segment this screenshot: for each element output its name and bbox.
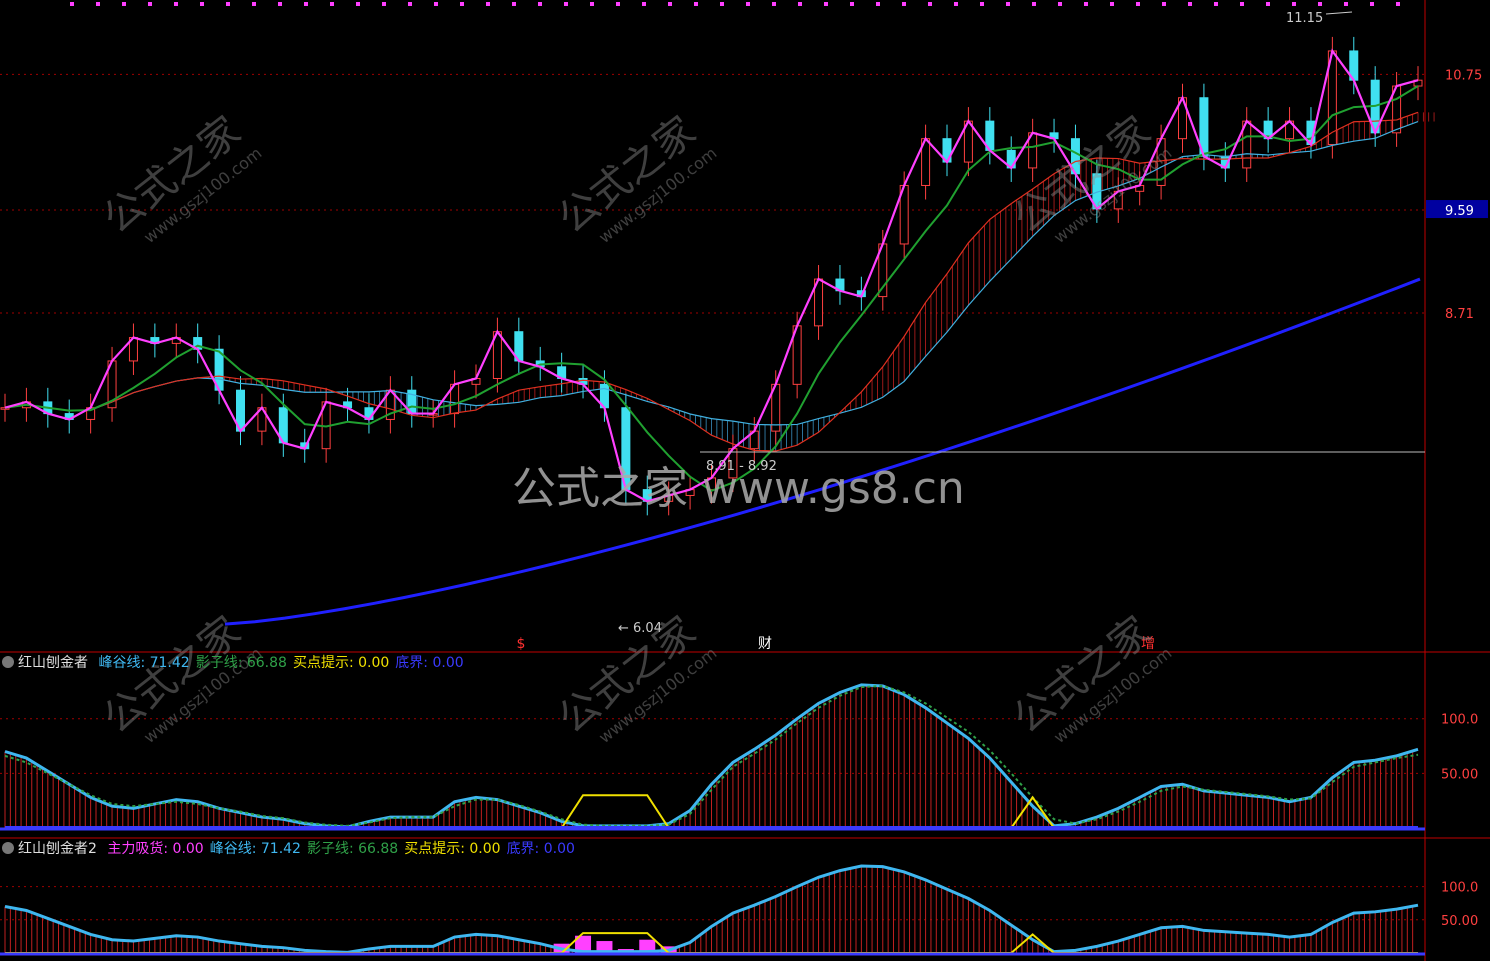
indicator1-legend-item: 峰谷线: 71.42	[98, 655, 190, 671]
indicator-tick-label: 100.0	[1441, 713, 1478, 728]
signal-dot	[1266, 2, 1270, 6]
signal-dot	[642, 2, 646, 6]
signal-dot	[408, 2, 412, 6]
signal-dot	[876, 2, 880, 6]
signal-dot	[122, 2, 126, 6]
signal-dot	[746, 2, 750, 6]
indicator2-legend-item: 主力吸货: 0.00	[107, 841, 204, 857]
signal-dot	[1318, 2, 1322, 6]
signal-dot	[1396, 2, 1400, 6]
indicator2-legend-item: 影子线: 66.88	[306, 841, 399, 857]
signal-dot	[1240, 2, 1244, 6]
signal-dot	[590, 2, 594, 6]
signal-dot	[330, 2, 334, 6]
signal-dot	[902, 2, 906, 6]
signal-dot	[148, 2, 152, 6]
high-marker-arrow	[1325, 11, 1353, 15]
signal-dot	[720, 2, 724, 6]
signal-dot	[616, 2, 620, 6]
signal-dot	[1058, 2, 1062, 6]
signal-dot	[798, 2, 802, 6]
signal-dot	[954, 2, 958, 6]
signal-dot	[1214, 2, 1218, 6]
ma-red-line	[4, 111, 1419, 452]
signal-dot	[1188, 2, 1192, 6]
high-marker-label: 11.15	[1286, 11, 1323, 26]
signal-dot	[772, 2, 776, 6]
center-watermark: 公式之家 www.gs8.cn	[512, 463, 965, 514]
signal-dot	[1344, 2, 1348, 6]
low-marker-label: ← 6.04	[618, 621, 662, 636]
signal-dot	[486, 2, 490, 6]
indicator1-legend-item: 底界: 0.00	[395, 655, 464, 671]
indicator-tick-label: 50.00	[1441, 767, 1478, 782]
signal-dot	[980, 2, 984, 6]
price-tick-label: 9.59	[1445, 204, 1474, 219]
event-marker: 财	[758, 636, 772, 652]
signal-dot	[1032, 2, 1036, 6]
signal-dot	[1084, 2, 1088, 6]
signal-dot	[1162, 2, 1166, 6]
signal-dot	[668, 2, 672, 6]
signal-dot	[252, 2, 256, 6]
signal-dot	[1370, 2, 1374, 6]
price-tick-label: 10.75	[1445, 68, 1482, 83]
signal-dot	[382, 2, 386, 6]
signal-dot	[928, 2, 932, 6]
event-marker: 增	[1141, 636, 1155, 652]
signal-dot	[226, 2, 230, 6]
signal-dot	[512, 2, 516, 6]
event-marker: $	[517, 636, 526, 652]
signal-dot	[694, 2, 698, 6]
indicator1-panel[interactable]: 100.0 50.00	[0, 683, 1478, 831]
indicator2-legend-item: 买点提示: 0.00	[404, 841, 501, 857]
signal-dot	[1006, 2, 1010, 6]
indicator1-legend-item: 影子线: 66.88	[195, 655, 287, 671]
signal-dot	[96, 2, 100, 6]
signal-dot	[538, 2, 542, 6]
signal-dot	[356, 2, 360, 6]
price-tick-label: 8.71	[1445, 307, 1474, 322]
signal-dot	[850, 2, 854, 6]
signal-dot	[304, 2, 308, 6]
indicator1-legend: 红山刨金者 峰谷线: 71.42 影子线: 66.88 买点提示: 0.00 底界: …	[0, 653, 476, 673]
signal-dot	[1110, 2, 1114, 6]
ma-blue-line	[4, 120, 1419, 426]
signal-dot	[1292, 2, 1296, 6]
signal-dot	[174, 2, 178, 6]
indicator2-panel[interactable]: 100.0 50.00	[0, 864, 1478, 956]
price-panel[interactable]: 10.759.598.718.91 - 8.9211.15← 6.04$ 财增	[0, 2, 1488, 652]
signal-dot	[200, 2, 204, 6]
indicator-tick-label: 100.0	[1441, 881, 1478, 896]
signal-dot	[278, 2, 282, 6]
indicator-tick-label: 50.00	[1441, 914, 1478, 929]
indicator2-legend-item: 底界: 0.00	[506, 841, 575, 857]
signal-dot	[564, 2, 568, 6]
indicator2-name[interactable]: 红山刨金者2	[18, 841, 97, 857]
collapse-toggle-icon[interactable]	[2, 656, 14, 668]
signal-dot	[1136, 2, 1140, 6]
indicator2-legend-item: 峰谷线: 71.42	[209, 841, 301, 857]
indicator1-name[interactable]: 红山刨金者	[18, 655, 88, 671]
indicator1-legend-item: 买点提示: 0.00	[292, 655, 390, 671]
signal-dot	[70, 2, 74, 6]
signal-dot	[824, 2, 828, 6]
collapse-toggle-icon[interactable]	[2, 842, 14, 854]
indicator2-legend: 红山刨金者2 主力吸货: 0.00 峰谷线: 71.42 影子线: 66.88 买点提…	[0, 839, 587, 859]
signal-dot	[460, 2, 464, 6]
signal-dot	[434, 2, 438, 6]
